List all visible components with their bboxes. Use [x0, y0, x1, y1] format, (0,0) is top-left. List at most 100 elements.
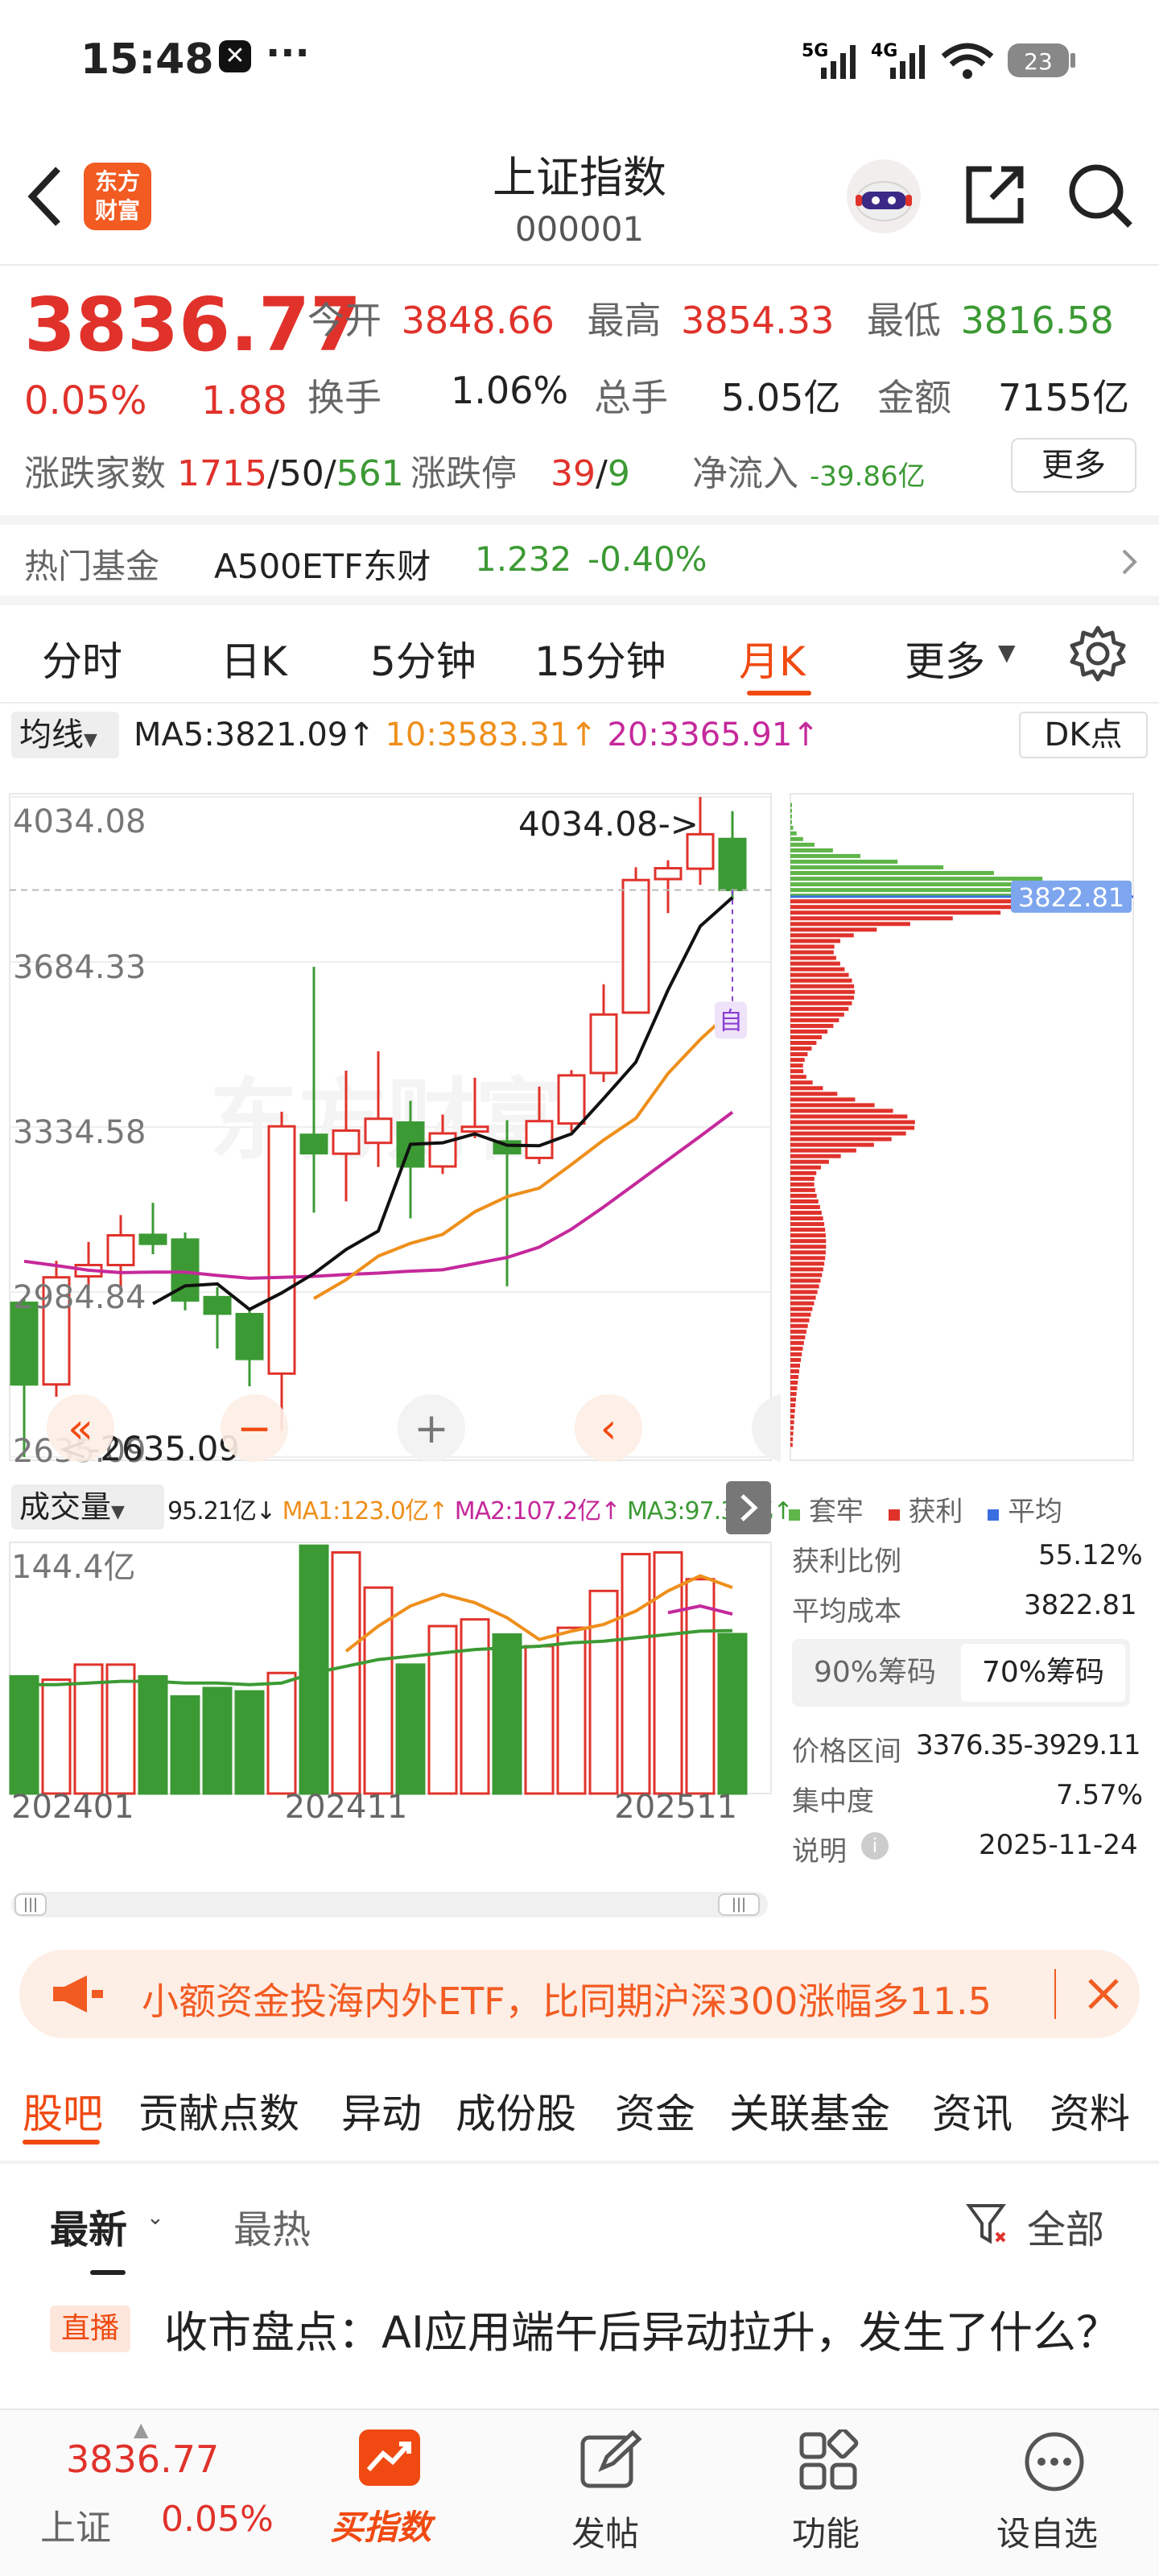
- hot-fund-row[interactable]: 热门基金 A500ETF东财 1.232 -0.40%: [0, 525, 1159, 596]
- scroll-handle-right[interactable]: |||: [718, 1893, 760, 1916]
- chip-bar: [790, 1245, 827, 1249]
- chip-bar: [790, 967, 845, 972]
- candle-body: [203, 1295, 232, 1315]
- chip-bar: [790, 1261, 825, 1266]
- candle-body: [428, 1132, 457, 1168]
- volume-bar: [331, 1550, 361, 1795]
- more-button[interactable]: 更多: [1011, 438, 1136, 493]
- hot-fund-price: 1.232: [475, 539, 572, 579]
- tab-guba[interactable]: 股吧: [23, 2082, 103, 2140]
- chip-bar: [790, 1029, 828, 1034]
- tab-funds[interactable]: 资金: [615, 2082, 695, 2140]
- ma20-value: 20:3365.91↑: [607, 716, 819, 753]
- page-title: 上证指数: [493, 152, 666, 203]
- banner-text: 小额资金投海内外ETF，比同期沪深300涨幅多11.5: [142, 1979, 992, 2023]
- back-arrow-icon[interactable]: [23, 164, 71, 229]
- settings-gear-icon[interactable]: [1069, 625, 1127, 683]
- chip-bar: [790, 1409, 795, 1414]
- add-watchlist-button[interactable]: 设自选: [982, 2426, 1127, 2571]
- x-tick-label: 202411: [285, 1789, 408, 1826]
- hot-fund-name: A500ETF东财: [214, 547, 431, 586]
- prev-button-icon: ‹: [600, 1405, 617, 1453]
- tab-15min[interactable]: 15分钟: [534, 630, 666, 687]
- chip-bar: [790, 877, 1043, 881]
- tab-profile[interactable]: 资料: [1050, 2082, 1130, 2140]
- status-bar: 15:48 ✕ ··· 5G 4G 23: [0, 0, 1159, 121]
- limit-down-count: 9: [607, 453, 630, 494]
- filter-icon[interactable]: [966, 2201, 1011, 2246]
- stock-code: 000001: [514, 209, 645, 249]
- chip-bar: [790, 1176, 815, 1181]
- chip-percent-tabs: 90%筹码 70%筹码: [792, 1639, 1130, 1707]
- kline-chart[interactable]: 东方财富自4034.083684.333334.582984.842635.09…: [0, 765, 781, 1481]
- chip-bar: [790, 1204, 820, 1209]
- chip-bar: [790, 1368, 799, 1373]
- volume-bar: [138, 1674, 168, 1795]
- sort-hottest[interactable]: 最热: [233, 2198, 311, 2254]
- tiktok-icon: ✕: [219, 40, 251, 72]
- tab-movement[interactable]: 异动: [341, 2082, 422, 2140]
- avg-cost-label: 平均成本: [792, 1596, 901, 1628]
- tab-constituents[interactable]: 成份股: [456, 2082, 576, 2140]
- chip-bar: [790, 1159, 829, 1164]
- slash-1: /: [266, 453, 279, 494]
- tab-monthly-k[interactable]: 月K: [739, 630, 806, 687]
- prev-button[interactable]: ‹: [575, 1394, 642, 1462]
- chip-bar: [790, 1318, 810, 1323]
- tab-related-funds[interactable]: 关联基金: [729, 2082, 890, 2140]
- filter-all[interactable]: 全部: [1027, 2198, 1104, 2254]
- volume-bar: [460, 1618, 490, 1795]
- tab-more[interactable]: 更多: [905, 630, 985, 687]
- promo-banner[interactable]: 小额资金投海内外ETF，比同期沪深300涨幅多11.5: [19, 1950, 1140, 2038]
- y-tick-label: 3334.58: [13, 1114, 146, 1151]
- volume-bar: [685, 1578, 716, 1795]
- functions-button[interactable]: 功能: [765, 2426, 893, 2571]
- chart-scrollbar[interactable]: ||| |||: [11, 1892, 768, 1918]
- volume-selector[interactable]: 成交量▼: [11, 1484, 164, 1530]
- chip-bar: [790, 825, 794, 830]
- next-button[interactable]: [752, 1394, 781, 1462]
- dk-point-button[interactable]: DK点: [1019, 712, 1148, 758]
- chip-bar: [790, 1290, 818, 1294]
- sort-latest[interactable]: 最新: [50, 2198, 127, 2254]
- chip-bar: [790, 865, 944, 869]
- chip-bar: [790, 1222, 825, 1227]
- chip-bar: [790, 1125, 915, 1130]
- scroll-left-button[interactable]: «: [47, 1394, 114, 1462]
- zoom-in-button[interactable]: +: [398, 1394, 465, 1462]
- bottom-change: 0.05%: [161, 2499, 274, 2540]
- volume-chart[interactable]: 144.4亿 202401 202411 202511: [0, 1536, 781, 1826]
- bottom-name: 上证: [40, 2508, 111, 2549]
- candle-body: [364, 1117, 393, 1145]
- post-button[interactable]: 发帖: [547, 2426, 676, 2571]
- chip-bar: [790, 848, 833, 852]
- net-inflow: 净流入 -39.86亿: [692, 444, 926, 496]
- next-button-circle: [752, 1394, 781, 1462]
- tab-contribution[interactable]: 贡献点数: [138, 2082, 299, 2140]
- share-icon[interactable]: [963, 163, 1027, 227]
- chip-bar: [790, 1278, 821, 1283]
- tab-70-chips[interactable]: 70%筹码: [961, 1644, 1125, 1702]
- robot-avatar-icon[interactable]: [845, 158, 922, 235]
- feed-item-title[interactable]: 收市盘点：AI应用端午后异动拉升，发生了什么？: [164, 2299, 1130, 2412]
- tab-news[interactable]: 资讯: [932, 2082, 1013, 2140]
- close-icon[interactable]: [1083, 1974, 1124, 2014]
- tab-90-chips[interactable]: 90%筹码: [792, 1639, 958, 1707]
- info-icon[interactable]: i: [861, 1832, 889, 1860]
- candle-body: [557, 1074, 586, 1125]
- tab-daily-k[interactable]: 日K: [221, 630, 287, 687]
- zoom-out-button[interactable]: −: [221, 1394, 288, 1462]
- candle-body: [589, 1013, 618, 1075]
- scroll-handle-left[interactable]: |||: [14, 1893, 47, 1916]
- header: 东方财富 上证指数 000001: [0, 121, 1159, 266]
- tab-5min[interactable]: 5分钟: [370, 630, 476, 687]
- app-logo[interactable]: 东方财富: [84, 163, 151, 230]
- ma-selector[interactable]: 均线▼: [11, 712, 119, 758]
- expand-legend-button[interactable]: [726, 1481, 771, 1534]
- tab-time-share[interactable]: 分时: [42, 630, 122, 687]
- search-icon[interactable]: [1066, 161, 1135, 230]
- chip-bar: [790, 1154, 841, 1158]
- chip-bar: [790, 819, 792, 824]
- note-label: 说明: [792, 1835, 847, 1868]
- buy-index-button[interactable]: 买指数: [322, 2426, 459, 2571]
